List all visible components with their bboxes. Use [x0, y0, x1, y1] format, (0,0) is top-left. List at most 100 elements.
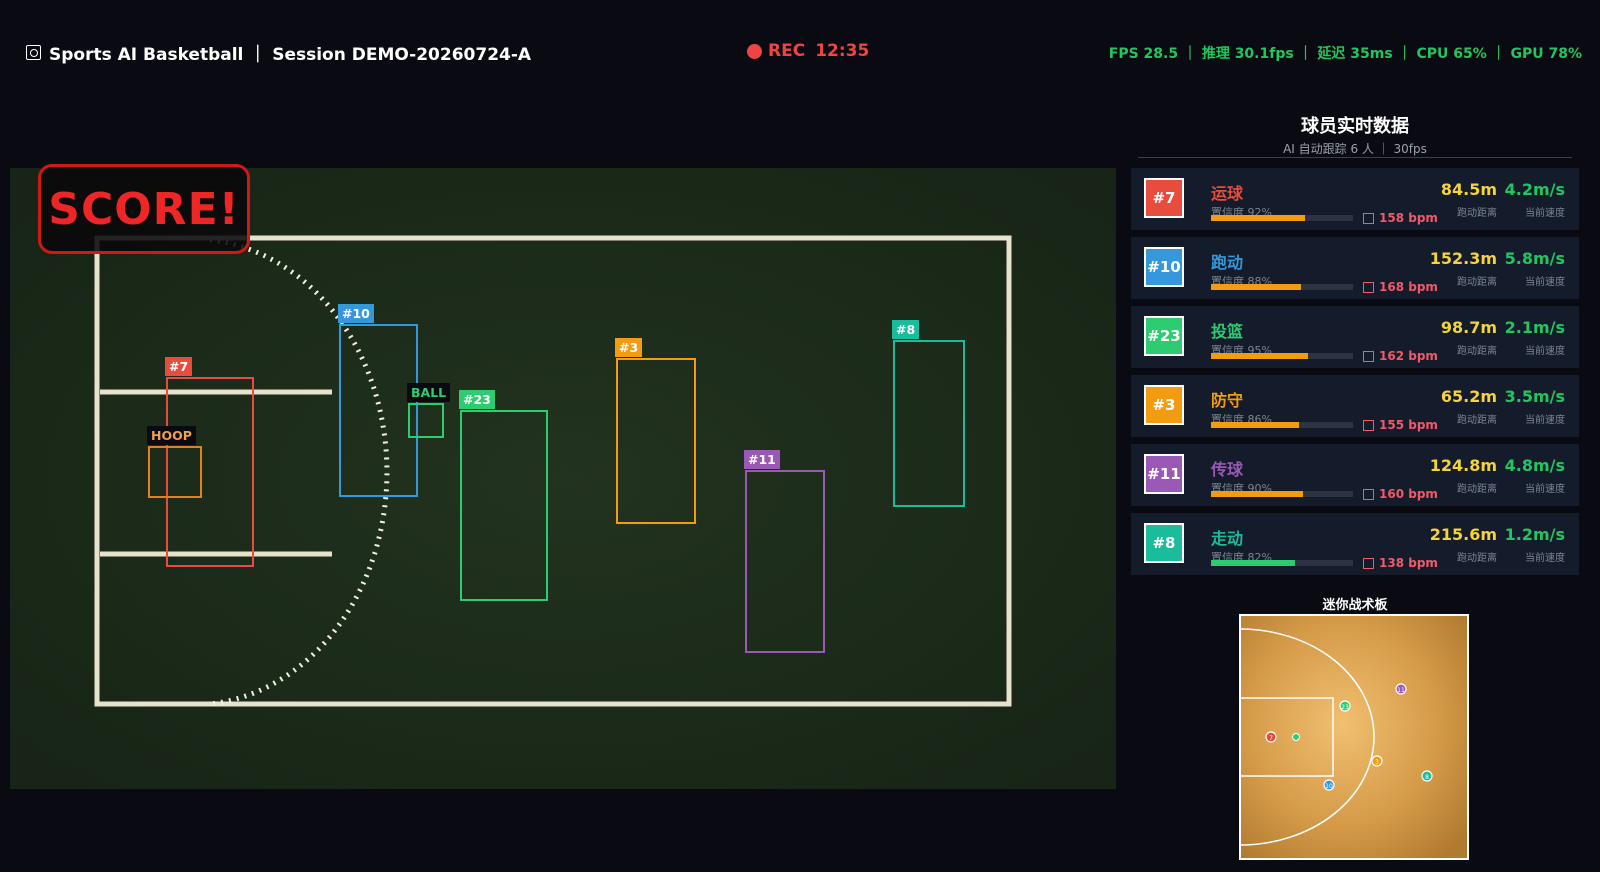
confidence-bar: [1211, 284, 1353, 290]
panel-divider: [1138, 157, 1572, 158]
heart-rate-icon: [1363, 557, 1374, 569]
player-number-badge: #10: [1144, 247, 1184, 287]
confidence-bar: [1211, 215, 1353, 221]
tactics-minimap[interactable]: 7 10 23 3 11 8: [1239, 614, 1469, 860]
player-card[interactable]: #23 投篮 置信度 95% 162 bpm 98.7m 跑动距离 2.1m/s 当前速度: [1131, 306, 1579, 368]
session-title: Sports AI Basketball ｜ Session DEMO-2026…: [26, 40, 531, 65]
top-bar: Sports AI Basketball ｜ Session DEMO-2026…: [0, 0, 1600, 104]
confidence-bar: [1211, 353, 1353, 359]
player-speed: 2.1m/s: [1504, 318, 1565, 337]
confidence-bar: [1211, 422, 1353, 428]
speed-label: 当前速度: [1525, 208, 1565, 219]
svg-text:8: 8: [1425, 774, 1429, 781]
confidence-bar: [1211, 560, 1353, 566]
player-box-10[interactable]: #10: [338, 304, 418, 497]
minimap-player-8: 8: [1421, 770, 1433, 782]
rec-label: REC: [768, 41, 806, 61]
distance-label: 跑动距离: [1457, 484, 1497, 495]
distance-label: 跑动距离: [1457, 415, 1497, 426]
panel-title: 球员实时数据: [1301, 116, 1409, 137]
confidence-bar-fill: [1211, 422, 1299, 428]
confidence-bar: [1211, 491, 1353, 497]
player-card[interactable]: #8 走动 置信度 82% 138 bpm 215.6m 跑动距离 1.2m/s 当前速度: [1131, 513, 1579, 575]
minimap-player-11: 11: [1395, 683, 1407, 695]
player-action: 防守: [1211, 391, 1244, 410]
speed-label: 当前速度: [1525, 553, 1565, 564]
basketball-icon: [26, 45, 41, 60]
confidence-bar-fill: [1211, 215, 1306, 221]
player-number-badge: #7: [1144, 178, 1184, 218]
player-number-badge: #23: [1144, 316, 1184, 356]
player-distance: 98.7m: [1440, 318, 1497, 337]
player-speed: 4.2m/s: [1504, 180, 1565, 199]
player-distance: 65.2m: [1440, 387, 1497, 406]
confidence-bar-fill: [1211, 353, 1309, 359]
record-dot-icon: [747, 43, 762, 59]
ball-tag: BALL: [407, 383, 451, 402]
player-tag-3: #3: [615, 338, 643, 357]
confidence-bar-fill: [1211, 560, 1295, 566]
speed-label: 当前速度: [1525, 346, 1565, 357]
heart-rate-icon: [1363, 350, 1374, 362]
player-speed: 4.8m/s: [1504, 456, 1565, 475]
svg-text:7: 7: [1269, 735, 1273, 742]
recording-indicator[interactable]: REC 12:35: [747, 41, 869, 61]
heart-rate-icon: [1363, 419, 1374, 431]
player-distance: 84.5m: [1440, 180, 1497, 199]
minimap-title: 迷你战术板: [1322, 598, 1388, 613]
speed-label: 当前速度: [1525, 277, 1565, 288]
player-distance: 152.3m: [1429, 249, 1497, 268]
svg-text:23: 23: [1341, 704, 1349, 711]
player-tag-23: #23: [459, 390, 495, 409]
panel-subtitle: AI 自动跟踪 6 人 ｜ 30fps: [1283, 142, 1427, 156]
performance-stats: FPS 28.5 ｜ 推理 30.1fps ｜ 延迟 35ms ｜ CPU 65…: [1108, 46, 1582, 62]
ball-box[interactable]: BALL: [407, 383, 451, 438]
player-action: 投篮: [1211, 322, 1244, 341]
player-number-badge: #11: [1144, 454, 1184, 494]
player-action: 传球: [1211, 460, 1244, 479]
player-tag-8: #8: [892, 320, 920, 339]
distance-label: 跑动距离: [1457, 208, 1497, 219]
confidence-bar-fill: [1211, 491, 1304, 497]
session-title-text: Sports AI Basketball ｜ Session DEMO-2026…: [49, 45, 532, 65]
svg-text:11: 11: [1397, 687, 1405, 694]
player-box-3[interactable]: #3: [615, 338, 696, 524]
player-distance: 124.8m: [1429, 456, 1497, 475]
player-box-23[interactable]: #23: [459, 390, 548, 601]
distance-label: 跑动距离: [1457, 346, 1497, 357]
player-tag-11: #11: [744, 450, 780, 469]
heart-rate-icon: [1363, 212, 1374, 224]
player-action: 跑动: [1211, 253, 1244, 272]
minimap-ball-marker: [1292, 733, 1300, 741]
rec-time: 12:35: [815, 41, 870, 61]
svg-text:10: 10: [1325, 783, 1333, 790]
player-action: 走动: [1211, 529, 1244, 548]
player-card[interactable]: #10 跑动 置信度 88% 168 bpm 152.3m 跑动距离 5.8m/s 当前速度: [1131, 237, 1579, 299]
player-box-11[interactable]: #11: [744, 450, 825, 653]
player-card[interactable]: #3 防守 置信度 86% 155 bpm 65.2m 跑动距离 3.5m/s 当前速度: [1131, 375, 1579, 437]
heart-rate-icon: [1363, 281, 1374, 293]
player-speed: 3.5m/s: [1504, 387, 1565, 406]
player-number-badge: #3: [1144, 385, 1184, 425]
distance-label: 跑动距离: [1457, 553, 1497, 564]
player-number-badge: #8: [1144, 523, 1184, 563]
player-distance: 215.6m: [1429, 525, 1497, 544]
player-card[interactable]: #7 运球 置信度 92% 158 bpm 84.5m 跑动距离 4.2m/s 当前速度: [1131, 168, 1579, 230]
speed-label: 当前速度: [1525, 415, 1565, 426]
player-speed: 5.8m/s: [1504, 249, 1565, 268]
player-tag-7: #7: [165, 357, 193, 376]
minimap-player-10: 10: [1323, 779, 1335, 791]
hoop-box[interactable]: HOOP: [147, 426, 202, 498]
player-speed: 1.2m/s: [1504, 525, 1565, 544]
svg-text:3: 3: [1375, 759, 1379, 766]
speed-label: 当前速度: [1525, 484, 1565, 495]
player-box-8[interactable]: #8: [892, 320, 965, 507]
minimap-player-23: 23: [1339, 700, 1351, 712]
minimap-player-7: 7: [1265, 731, 1277, 743]
player-action: 运球: [1211, 184, 1244, 203]
player-card[interactable]: #11 传球 置信度 90% 160 bpm 124.8m 跑动距离 4.8m/s 当前速度: [1131, 444, 1579, 506]
heart-rate-icon: [1363, 488, 1374, 500]
score-banner: SCORE!: [38, 164, 250, 254]
distance-label: 跑动距离: [1457, 277, 1497, 288]
hoop-tag: HOOP: [147, 426, 196, 445]
